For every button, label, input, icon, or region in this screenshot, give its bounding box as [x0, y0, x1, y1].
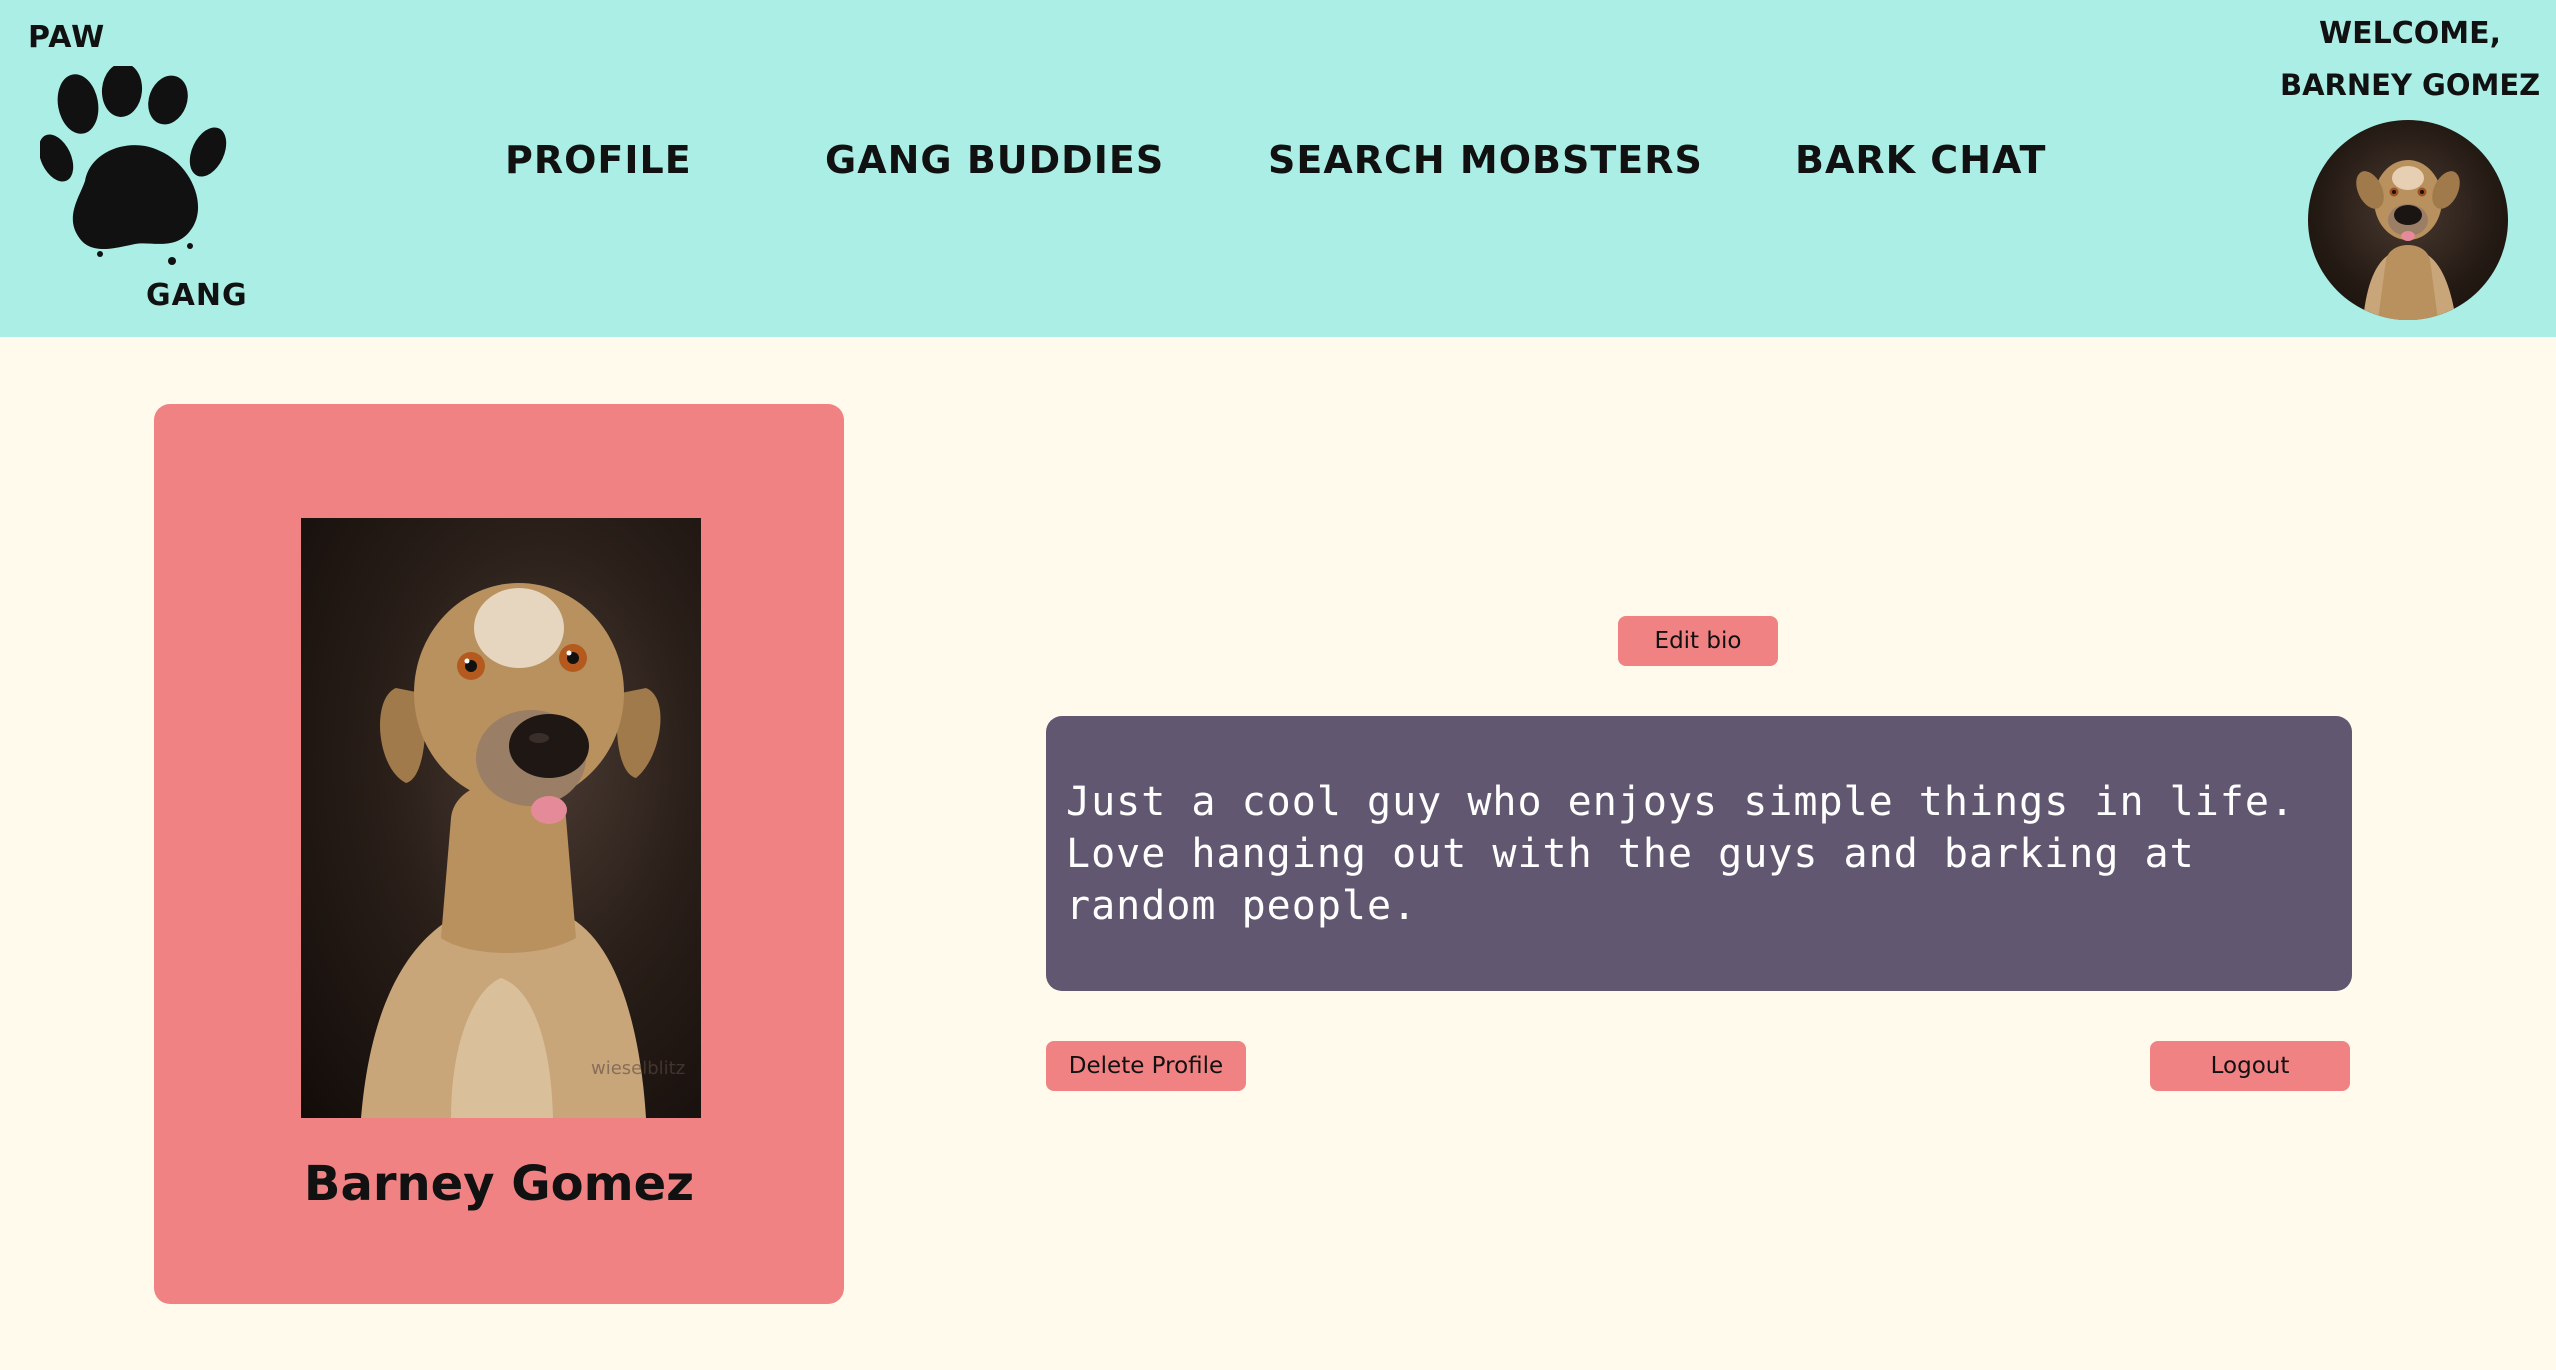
nav-search-mobsters[interactable]: SEARCH MOBSTERS: [1268, 138, 1703, 188]
dog-photo: wieselblitz: [361, 583, 685, 1118]
profile-card: wieselblitz Barney Gomez: [154, 404, 844, 1304]
header-user-name: BARNEY GOMEZ: [2280, 68, 2541, 102]
dog-avatar-icon: [2356, 160, 2460, 320]
site-header: PAW GANG PROFILE GANG BUDDIES SEARCH MOB…: [0, 0, 2556, 337]
nav-gang-buddies[interactable]: GANG BUDDIES: [825, 138, 1164, 188]
avatar[interactable]: [2308, 120, 2508, 320]
bio-text: Just a cool guy who enjoys simple things…: [1046, 716, 2352, 991]
svg-text:wieselblitz: wieselblitz: [591, 1058, 685, 1079]
logout-button[interactable]: Logout: [2150, 1041, 2350, 1091]
logo-text-bottom: GANG: [146, 278, 248, 313]
delete-profile-button[interactable]: Delete Profile: [1046, 1041, 1246, 1091]
profile-name: Barney Gomez: [303, 1156, 695, 1212]
nav-bark-chat[interactable]: BARK CHAT: [1795, 138, 2046, 188]
profile-photo: wieselblitz: [301, 518, 701, 1118]
paw-print-icon[interactable]: [40, 66, 235, 266]
logo-text-top: PAW: [28, 20, 106, 55]
nav-profile[interactable]: PROFILE: [505, 138, 692, 188]
welcome-text: WELCOME,: [2319, 16, 2501, 51]
edit-bio-button[interactable]: Edit bio: [1618, 616, 1778, 666]
